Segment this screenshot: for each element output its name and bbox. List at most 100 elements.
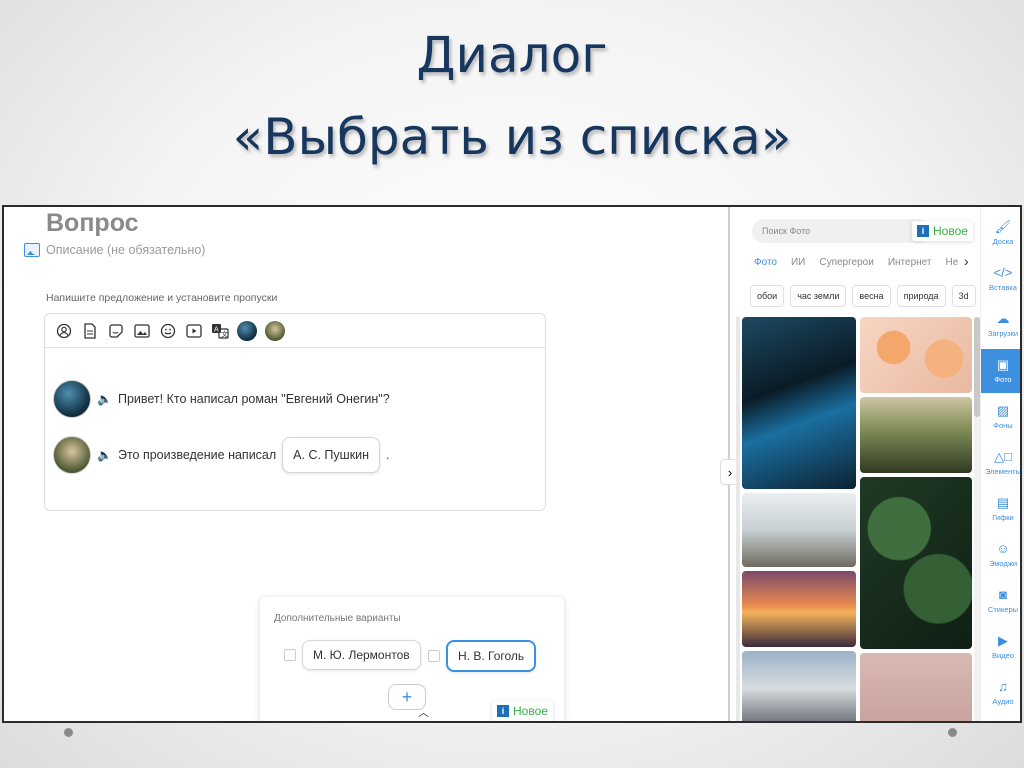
image-icon[interactable]	[24, 243, 40, 257]
photo-panel: Поиск Фото Фото ИИ Супергерои Интернет Н…	[736, 207, 980, 721]
tab-photo[interactable]: Фото	[754, 257, 777, 268]
sidebar-item-video[interactable]: ▶ Видео	[981, 625, 1020, 669]
cloud-upload-icon: ☁	[996, 311, 1010, 326]
photo-thumbnail[interactable]	[860, 397, 972, 473]
sentence-editor[interactable]: A文 🔈 Привет! Кто написал роман "Евгений …	[44, 313, 546, 511]
option-checkbox[interactable]	[284, 649, 296, 661]
info-icon: i	[497, 705, 509, 717]
image-icon[interactable]	[133, 322, 151, 340]
app-screenshot: Вопрос Описание (не обязательно) Напишит…	[2, 205, 1022, 723]
sidebar-item-backgrounds[interactable]: ▨ Фоны	[981, 395, 1020, 439]
slide-dot	[64, 728, 73, 737]
tag-chip[interactable]: обои	[750, 285, 785, 307]
editor-hint: Напишите предложение и установите пропус…	[46, 292, 278, 304]
sidebar-item-emoji[interactable]: ☺ Эмоджи	[981, 533, 1020, 577]
tag-chip[interactable]: природа	[896, 285, 946, 307]
sidebar-item-audio[interactable]: ♫ Аудио	[981, 671, 1020, 715]
slide-dot	[948, 728, 957, 737]
sidebar-item-elements[interactable]: △□ Элементы	[981, 441, 1021, 485]
photo-search-input[interactable]: Поиск Фото	[752, 219, 930, 243]
dialog-line-2: 🔈 Это произведение написал А. С. Пушкин …	[53, 436, 390, 474]
tools-sidebar: 🖌 Доска </> Вставка ☁ Загрузки ▣ Фото ▨ …	[980, 207, 1021, 721]
photo-thumbnail[interactable]	[860, 317, 972, 393]
photo-thumbnail[interactable]	[742, 651, 856, 721]
emoji-icon: ☺	[996, 541, 1010, 556]
emoji-icon[interactable]	[159, 322, 177, 340]
chevron-up-icon[interactable]: ︿	[418, 704, 429, 720]
option-item[interactable]: М. Ю. Лермонтов	[284, 640, 421, 670]
photo-tags: обои час земли весна природа 3d	[750, 285, 976, 307]
option-chip[interactable]: М. Ю. Лермонтов	[302, 640, 421, 670]
sidebar-item-embed[interactable]: </> Вставка	[981, 257, 1020, 301]
sidebar-item-stickers[interactable]: ◙ Стикеры	[981, 579, 1020, 623]
photo-grid	[740, 317, 972, 721]
photo-thumbnail[interactable]	[742, 571, 856, 647]
video-icon: ▶	[998, 633, 1008, 648]
photo-icon: ▣	[996, 357, 1010, 372]
dialog-line-2-end: .	[386, 448, 390, 462]
chevron-right-icon: ›	[727, 464, 733, 480]
description-placeholder: Описание (не обязательно)	[46, 243, 206, 257]
slide-title-line2: «Выбрать из списка»	[232, 108, 792, 166]
music-icon: ♫	[998, 679, 1008, 694]
speaker-icon[interactable]: 🔈	[97, 392, 112, 406]
new-badge[interactable]: i Новое	[492, 701, 553, 721]
sidebar-item-label: Гифки	[992, 513, 1014, 522]
photo-thumbnail[interactable]	[860, 653, 972, 721]
brush-icon: 🖌	[994, 219, 1012, 234]
document-icon[interactable]	[81, 322, 99, 340]
sidebar-item-label: Доска	[992, 237, 1014, 246]
photo-thumbnail[interactable]	[860, 477, 972, 649]
answer-gap-chip[interactable]: А. С. Пушкин	[282, 437, 381, 473]
slide-title-line1: Диалог	[416, 26, 608, 84]
extra-options-title: Дополнительные варианты	[274, 613, 401, 624]
speaker-icon[interactable]: 🔈	[97, 448, 112, 462]
person-icon[interactable]	[55, 322, 73, 340]
stripes-icon: ▨	[996, 403, 1010, 418]
slide-title: Диалог «Выбрать из списка»	[0, 14, 1024, 178]
sidebar-item-label: Элементы	[985, 467, 1021, 476]
photo-thumbnail[interactable]	[742, 317, 856, 489]
option-checkbox[interactable]	[428, 650, 440, 662]
translate-icon[interactable]: A文	[211, 322, 229, 340]
editor-toolbar: A文	[45, 314, 545, 348]
tag-chip[interactable]: 3d	[951, 285, 976, 307]
info-icon: i	[917, 225, 929, 237]
tag-chip[interactable]: час земли	[790, 285, 847, 307]
avatar[interactable]	[53, 380, 91, 418]
sidebar-item-label: Загрузки	[987, 329, 1019, 338]
sidebar-item-label: Фоны	[993, 421, 1013, 430]
sidebar-item-photo[interactable]: ▣ Фото	[981, 349, 1020, 393]
avatar[interactable]	[53, 436, 91, 474]
option-chip[interactable]: Н. В. Гоголь	[446, 640, 537, 672]
sidebar-item-board[interactable]: 🖌 Доска	[981, 211, 1020, 255]
new-badge[interactable]: i Новое	[912, 221, 973, 241]
dialog-line-2-text: Это произведение написал	[117, 448, 277, 462]
svg-text:A: A	[214, 325, 219, 333]
sidebar-item-label: Стикеры	[987, 605, 1019, 614]
sidebar-item-gifs[interactable]: ▤ Гифки	[981, 487, 1020, 531]
sidebar-item-uploads[interactable]: ☁ Загрузки	[981, 303, 1020, 347]
sidebar-item-label: Вставка	[989, 283, 1017, 292]
shapes-icon: △□	[994, 449, 1012, 464]
tab-more[interactable]: Не	[945, 257, 958, 268]
option-item[interactable]: Н. В. Гоголь	[428, 640, 537, 672]
sticker-icon: ◙	[999, 587, 1007, 602]
avatar-cave-icon[interactable]	[237, 320, 257, 341]
tab-superheroes[interactable]: Супергерои	[819, 257, 873, 268]
description-field[interactable]: Описание (не обязательно)	[24, 243, 205, 257]
code-icon: </>	[993, 265, 1013, 280]
new-badge-label: Новое	[933, 224, 968, 238]
sidebar-item-label: Фото	[994, 375, 1012, 384]
tab-internet[interactable]: Интернет	[888, 257, 932, 268]
sidebar-item-label: Видео	[992, 651, 1014, 660]
tab-ai[interactable]: ИИ	[791, 257, 805, 268]
chevron-right-icon[interactable]: ›	[964, 253, 969, 269]
photo-thumbnail[interactable]	[742, 493, 856, 567]
avatar-forest-icon[interactable]	[265, 320, 285, 341]
video-icon[interactable]	[185, 322, 203, 340]
gif-icon: ▤	[996, 495, 1010, 510]
dialog-line-1-text: Привет! Кто написал роман "Евгений Онеги…	[117, 392, 390, 406]
sticker-icon[interactable]	[107, 322, 125, 340]
tag-chip[interactable]: весна	[852, 285, 891, 307]
